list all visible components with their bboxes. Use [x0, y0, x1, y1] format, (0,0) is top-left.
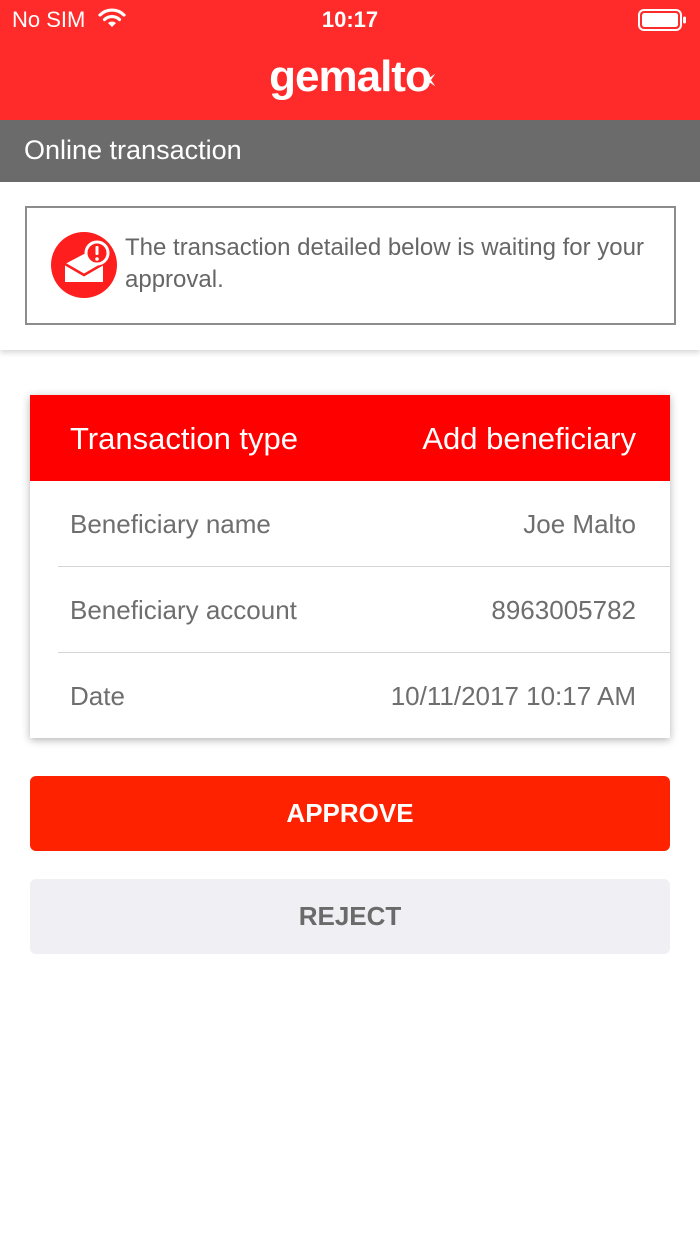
transaction-card: Transaction type Add beneficiary Benefic…	[30, 395, 670, 738]
transaction-type-label: Transaction type	[70, 421, 299, 456]
section-title: Online transaction	[24, 135, 242, 165]
beneficiary-name-label: Beneficiary name	[70, 509, 271, 539]
notice-message: The transaction detailed below is waitin…	[125, 234, 644, 293]
transaction-type-value: Add beneficiary	[422, 421, 636, 456]
app-header: No SIM 10:17 gemalto	[0, 0, 700, 120]
reject-button[interactable]: REJECT	[30, 879, 670, 954]
notice-box: The transaction detailed below is waitin…	[25, 206, 676, 325]
beneficiary-account-label: Beneficiary account	[70, 595, 297, 625]
date-label: Date	[70, 681, 125, 711]
status-bar: No SIM 10:17	[0, 0, 700, 40]
mail-alert-icon	[51, 232, 117, 298]
beneficiary-name-row: Beneficiary name Joe Malto	[30, 481, 670, 567]
logo-text: gemalto	[269, 52, 432, 101]
beneficiary-account-row: Beneficiary account 8963005782	[30, 567, 670, 653]
gemalto-logo: gemalto	[0, 52, 700, 102]
date-row: Date 10/11/2017 10:17 AM	[30, 653, 670, 739]
beneficiary-account-value: 8963005782	[491, 595, 636, 625]
transaction-type-row: Transaction type Add beneficiary	[30, 395, 670, 481]
date-value: 10/11/2017 10:17 AM	[390, 681, 636, 711]
clock: 10:17	[321, 7, 379, 32]
approve-button[interactable]: APPROVE	[30, 776, 670, 851]
battery-icon	[638, 8, 688, 32]
section-title-bar: Online transaction	[0, 120, 700, 182]
beneficiary-name-value: Joe Malto	[523, 509, 636, 539]
notice-panel: The transaction detailed below is waitin…	[0, 182, 700, 350]
logo-spark-icon	[420, 50, 438, 100]
